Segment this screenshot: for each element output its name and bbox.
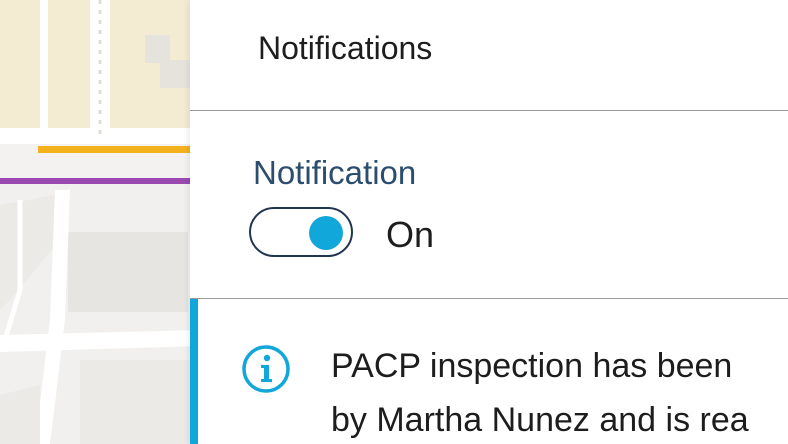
notice-message: PACP inspection has been by Martha Nunez… bbox=[331, 339, 788, 444]
toggle-state-label: On bbox=[386, 214, 435, 255]
notice-line-2: by Martha Nunez and is rea bbox=[331, 401, 749, 439]
info-notice: PACP inspection has been by Martha Nunez… bbox=[190, 299, 788, 444]
info-icon bbox=[242, 345, 290, 393]
panel-title: Notifications bbox=[258, 30, 433, 66]
map-canvas bbox=[0, 0, 200, 444]
app-root: Notifications Notification On PACP inspe… bbox=[0, 0, 788, 444]
toggle-knob bbox=[309, 216, 343, 250]
notification-setting-label: Notification bbox=[253, 154, 417, 191]
notifications-panel: Notifications Notification On PACP inspe… bbox=[190, 0, 788, 444]
panel-header: Notifications bbox=[190, 0, 788, 111]
notice-line-1: PACP inspection has been bbox=[331, 347, 733, 385]
notification-toggle[interactable] bbox=[249, 207, 353, 257]
map-background[interactable] bbox=[0, 0, 200, 444]
